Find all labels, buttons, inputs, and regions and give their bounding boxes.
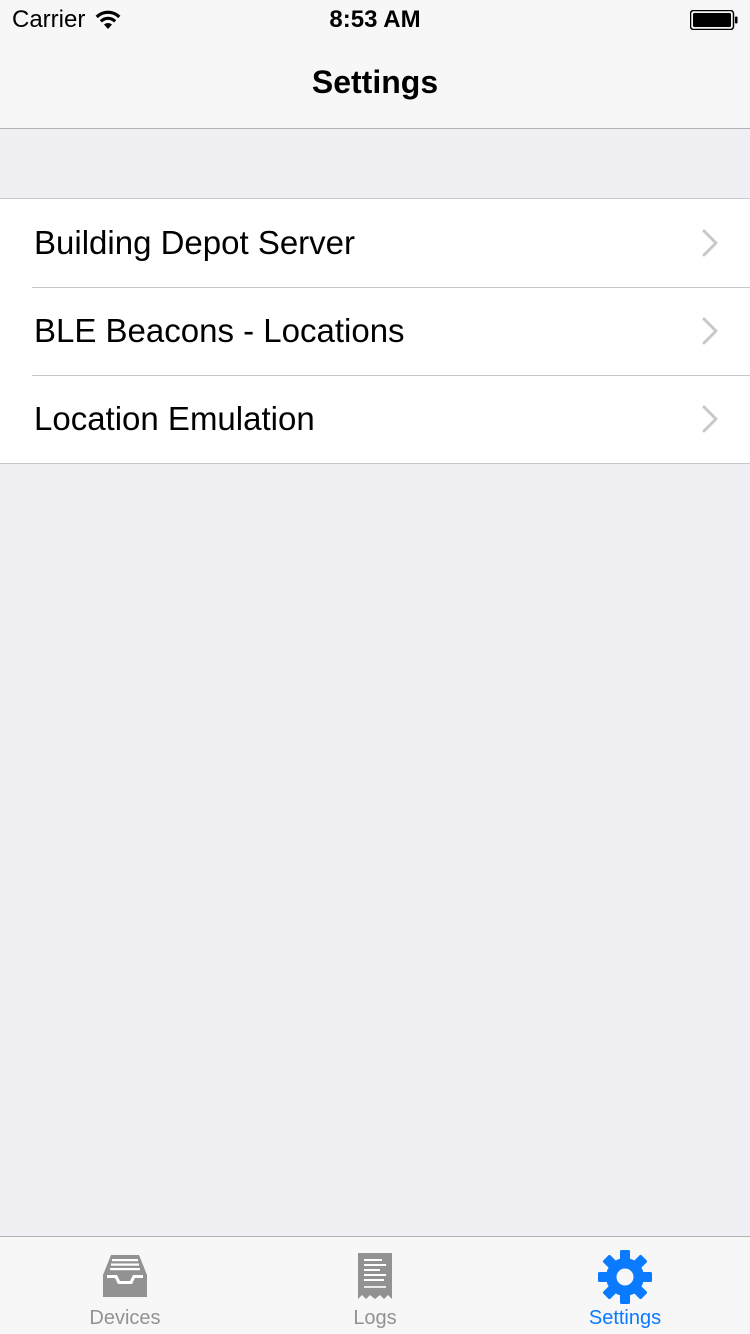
top-bar: Carrier 8:53 AM Settings: [0, 0, 750, 129]
settings-screen: Carrier 8:53 AM Settings Building Depot …: [0, 0, 750, 1334]
settings-row-building-depot-server[interactable]: Building Depot Server: [0, 199, 750, 287]
status-time: 8:53 AM: [329, 6, 421, 33]
settings-list: Building Depot Server BLE Beacons - Loca…: [0, 198, 750, 464]
tab-devices[interactable]: Devices: [0, 1237, 250, 1334]
chevron-right-icon: [702, 317, 718, 345]
status-bar: Carrier 8:53 AM: [0, 0, 750, 40]
chevron-right-icon: [702, 405, 718, 433]
battery-icon: [690, 10, 738, 30]
tab-settings[interactable]: Settings: [500, 1237, 750, 1334]
inbox-tray-icon: [103, 1255, 147, 1297]
tab-logs[interactable]: Logs: [250, 1237, 500, 1334]
settings-row-label: Building Depot Server: [34, 224, 356, 261]
page-title: Settings: [311, 64, 439, 100]
chevron-right-icon: [702, 229, 718, 257]
settings-row-label: BLE Beacons - Locations: [34, 312, 405, 349]
settings-row-ble-beacons-locations[interactable]: BLE Beacons - Locations: [0, 287, 750, 375]
settings-row-label: Location Emulation: [34, 400, 315, 437]
gear-icon: [598, 1250, 652, 1304]
tab-label: Settings: [588, 1307, 662, 1329]
receipt-icon: [358, 1253, 392, 1299]
settings-row-location-emulation[interactable]: Location Emulation: [0, 375, 750, 463]
tab-label: Devices: [89, 1307, 161, 1329]
tab-bar: Devices Logs Settings: [0, 1236, 750, 1334]
tab-label: Logs: [353, 1307, 397, 1329]
